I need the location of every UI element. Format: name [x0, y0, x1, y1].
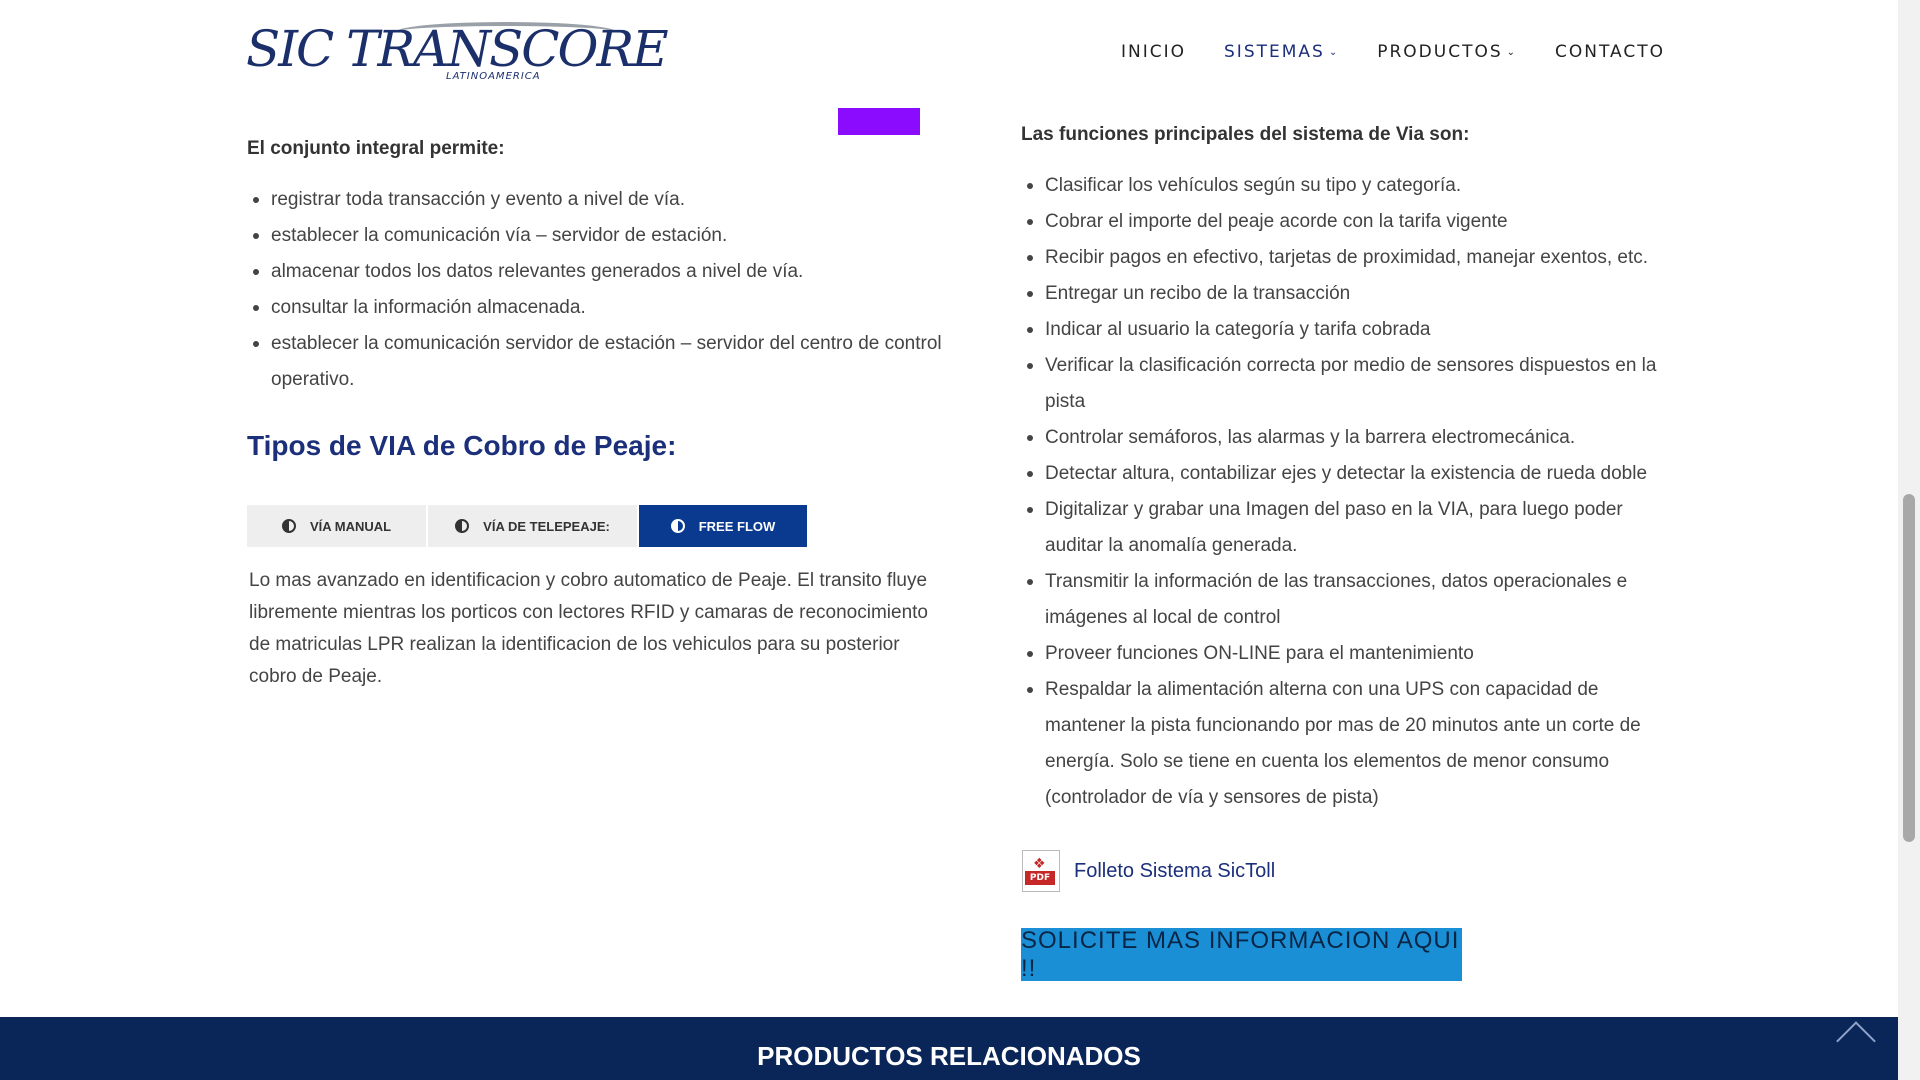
nav-label: INICIO — [1121, 42, 1187, 62]
logo-subtitle: LATINOAMERICA — [446, 71, 541, 82]
nav-label: PRODUCTOS — [1377, 42, 1503, 62]
logo-text: SIC TRANSCORE — [246, 20, 669, 78]
nav-item-inicio[interactable]: INICIO — [1121, 42, 1186, 62]
via-tabs: VÍA MANUAL VÍA DE TELEPEAJE: FREE FLOW — [247, 505, 809, 547]
list-item: Detectar altura, contabilizar ejes y det… — [1021, 456, 1661, 492]
contrast-icon — [281, 519, 296, 533]
left-intro: El conjunto integral permite: — [247, 138, 505, 159]
list-item: Cobrar el importe del peaje acorde con l… — [1021, 204, 1661, 240]
tab-via-telepeaje[interactable]: VÍA DE TELEPEAJE: — [428, 505, 637, 547]
tab-free-flow[interactable]: FREE FLOW — [639, 505, 807, 547]
related-products-band: PRODUCTOS RELACIONADOS — [0, 1017, 1898, 1080]
list-item: consultar la información almacenada. — [247, 290, 947, 326]
list-item: Digitalizar y grabar una Imagen del paso… — [1021, 492, 1661, 564]
right-column: Las funciones principales del sistema de… — [1021, 124, 1661, 816]
list-item: establecer la comunicación vía – servido… — [247, 218, 947, 254]
nav-item-productos[interactable]: PRODUCTOS ⌄ — [1377, 42, 1517, 62]
list-item: Clasificar los vehículos según su tipo y… — [1021, 168, 1661, 204]
list-item: Proveer funciones ON-LINE para el manten… — [1021, 636, 1661, 672]
related-products-title: PRODUCTOS RELACIONADOS — [757, 1041, 1141, 1071]
right-intro: Las funciones principales del sistema de… — [1021, 124, 1470, 145]
scrollbar[interactable] — [1898, 0, 1920, 1080]
list-item: Entregar un recibo de la transacción — [1021, 276, 1661, 312]
tab-label: FREE FLOW — [698, 518, 776, 534]
list-item: Recibir pagos en efectivo, tarjetas de p… — [1021, 240, 1661, 276]
list-item: almacenar todos los datos relevantes gen… — [247, 254, 947, 290]
request-info-button[interactable]: SOLICITE MAS INFORMACION AQUI !! — [1021, 927, 1462, 982]
list-item: registrar toda transacción y evento a ni… — [247, 182, 947, 218]
scrollbar-thumb[interactable] — [1903, 494, 1915, 842]
tab-label: VÍA MANUAL — [309, 518, 392, 534]
pdf-download: ❖ PDF Folleto Sistema SicToll — [1022, 850, 1275, 892]
tab-via-manual[interactable]: VÍA MANUAL — [247, 505, 426, 547]
right-list: Clasificar los vehículos según su tipo y… — [1021, 168, 1661, 816]
nav-label: CONTACTO — [1555, 42, 1666, 62]
list-item: Verificar la clasificación correcta por … — [1021, 348, 1661, 420]
tab-panel-text: Lo mas avanzado en identificacion y cobr… — [249, 570, 928, 687]
logo[interactable]: SIC TRANSCORE LATINOAMERICA — [246, 18, 669, 88]
acrobat-icon: ❖ — [1033, 856, 1046, 872]
left-column: El conjunto integral permite: registrar … — [247, 138, 947, 398]
chevron-down-icon: ⌄ — [1506, 46, 1518, 58]
nav-item-contacto[interactable]: CONTACTO — [1555, 42, 1665, 62]
list-item: Transmitir la información de las transac… — [1021, 564, 1661, 636]
list-item: Respaldar la alimentación alterna con un… — [1021, 672, 1661, 816]
decorative-block — [838, 108, 920, 135]
pdf-icon[interactable]: ❖ PDF — [1022, 850, 1060, 892]
contrast-icon — [455, 519, 470, 533]
nav-item-sistemas[interactable]: SISTEMAS ⌄ — [1224, 42, 1339, 62]
list-item: establecer la comunicación servidor de e… — [247, 326, 947, 398]
pdf-link[interactable]: Folleto Sistema SicToll — [1074, 860, 1275, 883]
section-heading: Tipos de VIA de Cobro de Peaje: — [247, 430, 677, 461]
list-item: Indicar al usuario la categoría y tarifa… — [1021, 312, 1661, 348]
nav-label: SISTEMAS — [1224, 42, 1325, 62]
tab-label: VÍA DE TELEPEAJE: — [483, 518, 610, 534]
site-header: SIC TRANSCORE LATINOAMERICA INICIO SISTE… — [0, 0, 1898, 106]
chevron-down-icon: ⌄ — [1328, 46, 1340, 58]
list-item: Controlar semáforos, las alarmas y la ba… — [1021, 420, 1661, 456]
contrast-icon — [670, 519, 685, 533]
main-nav: INICIO SISTEMAS ⌄ PRODUCTOS ⌄ CONTACTO — [1121, 42, 1703, 62]
left-list: registrar toda transacción y evento a ni… — [247, 182, 947, 398]
pdf-badge: PDF — [1025, 871, 1055, 885]
